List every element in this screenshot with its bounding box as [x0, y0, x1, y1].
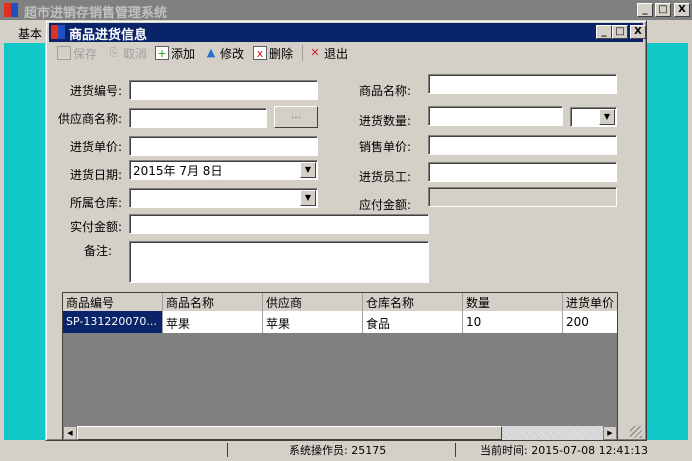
supplier-input[interactable] [129, 108, 267, 128]
add-icon: + [155, 46, 169, 60]
horizontal-scrollbar[interactable]: ◀ ▶ [63, 426, 617, 440]
column-header[interactable]: 商品名称 [163, 293, 263, 311]
table-cell[interactable]: 苹果 [163, 311, 263, 333]
purchase-no-label: 进货编号: [69, 84, 122, 98]
scroll-left-button[interactable]: ◀ [63, 426, 77, 440]
minimize-button[interactable]: _ [637, 3, 653, 17]
cancel-icon: ⎘ [109, 46, 119, 59]
quantity-input[interactable] [428, 106, 563, 126]
maximize-button[interactable]: □ [655, 3, 671, 17]
chevron-down-icon[interactable]: ▼ [300, 162, 316, 178]
purchase-no-input[interactable] [129, 80, 318, 100]
staff-input[interactable] [428, 162, 617, 182]
save-label: 保存 [73, 46, 98, 61]
product-name-input[interactable] [428, 74, 617, 94]
cancel-button[interactable]: ⎘ 取消 [107, 44, 147, 62]
column-header[interactable]: 供应商 [263, 293, 363, 311]
sale-price-label: 销售单价: [358, 140, 411, 154]
child-minimize-button[interactable]: _ [596, 25, 612, 39]
date-value: 2015年 7月 8日 [133, 164, 223, 178]
table-cell[interactable]: SP-131220070... [63, 311, 163, 333]
exit-icon: ✕ [310, 46, 320, 59]
column-header[interactable]: 商品编号 [63, 293, 163, 311]
close-button[interactable]: X [674, 3, 690, 17]
scroll-thumb[interactable] [77, 426, 502, 440]
delete-label: 删除 [269, 46, 294, 61]
main-title-bar: 超市进销存销售管理系统 _ □ X [0, 0, 692, 21]
table-cell[interactable]: 10 [463, 311, 563, 333]
purchase-date-label: 进货日期: [69, 168, 122, 182]
chevron-down-icon[interactable]: ▼ [300, 190, 316, 206]
edit-label: 修改 [220, 46, 245, 61]
sale-price-input[interactable] [428, 135, 617, 155]
save-button[interactable]: 保存 [57, 44, 97, 62]
exit-label: 退出 [324, 46, 349, 61]
status-divider [455, 443, 456, 457]
status-divider [227, 443, 228, 457]
payable-label: 应付金额: [358, 198, 411, 212]
table-cell[interactable]: 食品 [363, 311, 463, 333]
product-name-label: 商品名称: [358, 84, 411, 98]
supplier-label: 供应商名称: [57, 112, 122, 126]
cancel-label: 取消 [123, 46, 148, 61]
status-bar: 系统操作员: 25175 当前时间: 2015-07-08 12:41:13 [0, 440, 692, 461]
toolbar-separator [302, 45, 303, 61]
exit-button[interactable]: ✕ 退出 [308, 44, 348, 62]
child-close-button[interactable]: X [630, 25, 646, 39]
up-arrow-icon: ▲ [206, 46, 216, 59]
remark-textarea[interactable] [129, 241, 429, 283]
payable-input [428, 187, 617, 207]
column-header[interactable]: 仓库名称 [363, 293, 463, 311]
chevron-down-icon[interactable]: ▼ [599, 109, 615, 125]
menu-item-basic[interactable]: 基本 [18, 25, 42, 42]
main-title: 超市进销存销售管理系统 [24, 6, 168, 21]
table-row[interactable]: SP-131220070... 苹果 苹果 食品 10 200 [63, 311, 617, 333]
save-icon [57, 46, 71, 60]
add-label: 添加 [171, 46, 196, 61]
child-maximize-button[interactable]: □ [612, 25, 628, 39]
app-icon [4, 3, 18, 17]
grid-header: 商品编号 商品名称 供应商 仓库名称 数量 进货单价 [63, 293, 617, 311]
paid-input[interactable] [129, 214, 429, 234]
purchase-price-label: 进货单价: [69, 140, 122, 154]
warehouse-select[interactable]: ▼ [129, 188, 318, 208]
purchase-price-input[interactable] [129, 136, 318, 156]
quantity-label: 进货数量: [358, 114, 411, 128]
warehouse-label: 所属仓库: [69, 196, 122, 210]
delete-button[interactable]: x 删除 [253, 44, 293, 62]
time-status: 当前时间: 2015-07-08 12:41:13 [480, 444, 649, 457]
unit-select[interactable]: ▼ [570, 107, 617, 127]
column-header[interactable]: 数量 [463, 293, 563, 311]
purchase-grid[interactable]: 商品编号 商品名称 供应商 仓库名称 数量 进货单价 SP-131220070.… [62, 292, 618, 441]
browse-supplier-button[interactable]: ... [274, 106, 318, 128]
paid-label: 实付金额: [69, 220, 122, 234]
delete-icon: x [253, 46, 267, 60]
child-title: 商品进货信息 [69, 28, 148, 43]
purchase-date-picker[interactable]: 2015年 7月 8日 ▼ [129, 160, 318, 180]
window-icon [51, 25, 65, 39]
operator-status: 系统操作员: 25175 [289, 444, 387, 457]
add-button[interactable]: + 添加 [155, 44, 195, 62]
edit-button[interactable]: ▲ 修改 [204, 44, 244, 62]
table-cell[interactable]: 200 [563, 311, 617, 333]
table-cell[interactable]: 苹果 [263, 311, 363, 333]
child-title-bar: 商品进货信息 _ □ X [49, 23, 646, 43]
resize-grip-icon[interactable] [630, 426, 642, 438]
scroll-right-button[interactable]: ▶ [603, 426, 617, 440]
column-header[interactable]: 进货单价 [563, 293, 617, 311]
remark-label: 备注: [83, 244, 112, 258]
staff-label: 进货员工: [358, 170, 411, 184]
